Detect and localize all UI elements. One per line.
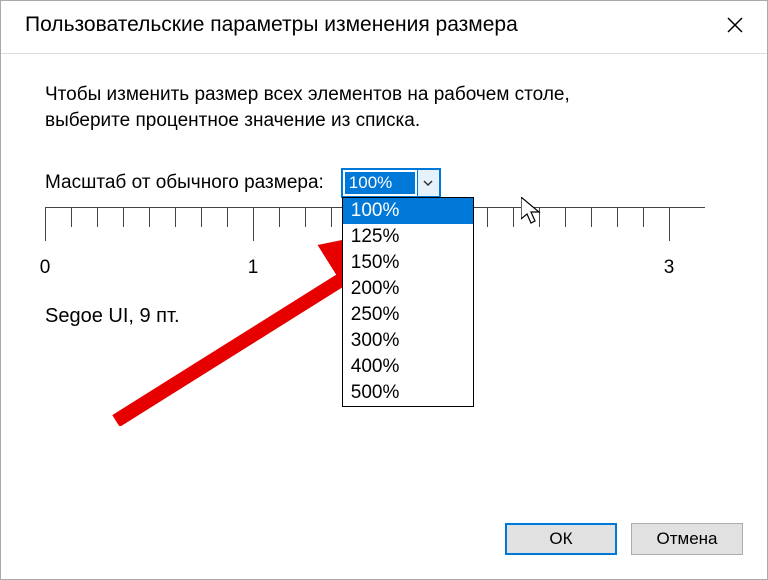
ruler-tick-minor (201, 207, 202, 227)
ruler-tick-major (45, 207, 46, 241)
ruler-tick-minor (305, 207, 306, 227)
scale-label: Масштаб от обычного размера: (45, 172, 324, 194)
ruler-tick-minor (175, 207, 176, 227)
ruler-tick-minor (539, 207, 540, 227)
ruler-tick-minor (565, 207, 566, 227)
ruler-tick-minor (643, 207, 644, 227)
ruler-tick-minor (617, 207, 618, 227)
scale-row: Масштаб от обычного размера: 100% 100% 1… (45, 169, 731, 197)
ruler-tick-minor (487, 207, 488, 227)
ruler-tick-minor (227, 207, 228, 227)
ruler-tick-minor (331, 207, 332, 227)
ok-button[interactable]: ОК (505, 523, 617, 555)
ruler-tick-minor (149, 207, 150, 227)
ruler-tick-major (669, 207, 670, 241)
ruler-label: 0 (40, 257, 51, 279)
option-400[interactable]: 400% (343, 354, 473, 380)
close-icon (726, 16, 744, 34)
combo-dropdown-button[interactable] (417, 170, 439, 196)
option-200[interactable]: 200% (343, 276, 473, 302)
ruler-tick-minor (591, 207, 592, 227)
dialog-title: Пользовательские параметры изменения раз… (25, 13, 518, 37)
instruction-text: Чтобы изменить размер всех элементов на … (45, 82, 655, 133)
chevron-down-icon (423, 180, 433, 186)
combo-dropdown-list[interactable]: 100% 125% 150% 200% 250% 300% 400% 500% (342, 197, 474, 407)
combo-selected-value: 100% (345, 172, 415, 194)
option-150[interactable]: 150% (343, 250, 473, 276)
option-500[interactable]: 500% (343, 380, 473, 406)
ruler-tick-minor (123, 207, 124, 227)
ruler-tick-minor (71, 207, 72, 227)
ruler-label: 1 (248, 257, 259, 279)
ruler-tick-minor (279, 207, 280, 227)
dialog-body: Чтобы изменить размер всех элементов на … (1, 54, 767, 338)
cancel-button[interactable]: Отмена (631, 523, 743, 555)
button-row: ОК Отмена (505, 523, 743, 555)
titlebar: Пользовательские параметры изменения раз… (1, 1, 767, 54)
scale-combo[interactable]: 100% 100% 125% 150% 200% 250% 300% 400% (342, 169, 440, 197)
ruler-tick-major (253, 207, 254, 241)
option-300[interactable]: 300% (343, 328, 473, 354)
option-100[interactable]: 100% (343, 198, 473, 224)
ruler-tick-minor (513, 207, 514, 227)
close-button[interactable] (721, 11, 749, 39)
ruler-tick-minor (97, 207, 98, 227)
option-125[interactable]: 125% (343, 224, 473, 250)
ruler-label: 3 (664, 257, 675, 279)
dialog-window: Пользовательские параметры изменения раз… (0, 0, 768, 580)
option-250[interactable]: 250% (343, 302, 473, 328)
combo-box[interactable]: 100% (342, 169, 440, 197)
